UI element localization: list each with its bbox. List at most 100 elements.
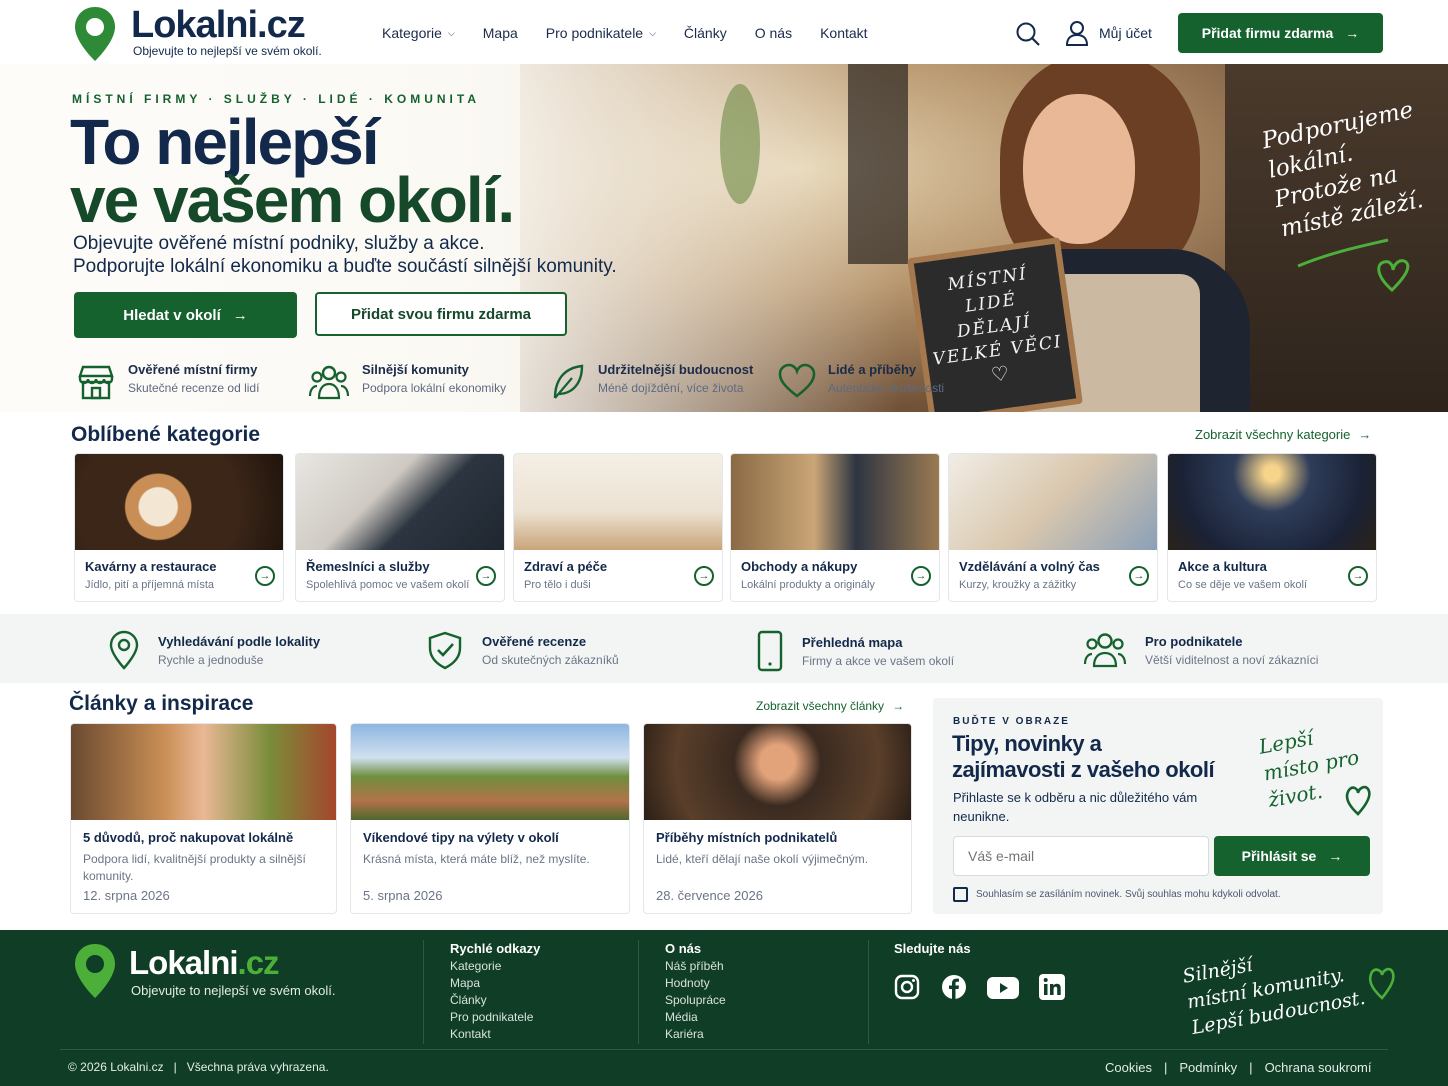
people-icon — [308, 365, 350, 400]
privacy-link[interactable]: Ochrana soukromí — [1265, 1060, 1372, 1075]
benefit-location: Vyhledávání podle lokality Rychle a jedno… — [108, 630, 320, 670]
arrow-right-icon: → — [1358, 427, 1372, 442]
brand-tld: .cz — [237, 944, 280, 981]
footer-link[interactable]: Náš příběh — [665, 959, 726, 973]
category-subtitle: Jídlo, pití a příjemná místa — [85, 579, 214, 591]
logo-pin-icon[interactable] — [72, 5, 118, 63]
main-nav: Kategorie ⌵ Mapa Pro podnikatele ⌵ Články … — [382, 25, 896, 41]
footer-link[interactable]: Mapa — [450, 976, 540, 990]
arrow-circle-icon[interactable]: → — [694, 566, 714, 586]
arrow-circle-icon[interactable]: → — [476, 566, 496, 586]
logo-pin-icon[interactable] — [72, 942, 118, 1000]
category-subtitle: Spolehlivá pomoc ve vašem okolí — [306, 579, 470, 591]
category-card[interactable]: Kavárny a restaurace Jídlo, pití a příje… — [74, 453, 284, 602]
shops-image — [731, 454, 939, 550]
health-image — [514, 454, 722, 550]
feature-title: Udržitelnější budoucnost — [598, 362, 754, 377]
article-title: Příběhy místních podnikatelů — [656, 830, 838, 845]
title-line: zajímavosti z vašeho okolí — [952, 757, 1215, 782]
copyright-text: © 2026 Lokalni.cz — [68, 1060, 164, 1074]
categories-title: Oblíbené kategorie — [71, 423, 261, 446]
benefit-title: Vyhledávání podle lokality — [158, 633, 321, 649]
benefit-title: Pro podnikatele — [1145, 633, 1243, 649]
category-card[interactable]: Akce a kultura Co se děje ve vašem okolí… — [1167, 453, 1377, 602]
article-card[interactable]: 5 důvodů, proč nakupovat lokálně Podpora… — [70, 723, 337, 914]
footer-link[interactable]: Kariéra — [665, 1027, 726, 1041]
arrow-right-icon: → — [232, 306, 248, 324]
all-articles-link[interactable]: Zobrazit všechny články → — [756, 699, 904, 713]
arrow-circle-icon[interactable]: → — [255, 566, 275, 586]
user-icon — [1065, 21, 1089, 46]
feature-title: Silnější komunity — [362, 362, 469, 377]
site-footer: Lokalni.cz Objevujte to nejlepší ve svém… — [0, 930, 1448, 1086]
article-date: 12. srpna 2026 — [83, 888, 170, 903]
category-subtitle: Kurzy, kroužky a zážitky — [959, 579, 1077, 591]
brand-logo[interactable]: Lokalni.cz — [131, 4, 306, 47]
footer-link[interactable]: Hodnoty — [665, 976, 726, 990]
nav-o-nas[interactable]: O nás — [755, 25, 792, 41]
instagram-icon[interactable] — [894, 974, 920, 1000]
rights-text: Všechna práva vyhrazena. — [186, 1060, 329, 1074]
hero-headline-2: ve vašem okolí. — [70, 164, 515, 236]
nav-clanky[interactable]: Články — [684, 25, 727, 41]
article-title: 5 důvodů, proč nakupovat lokálně — [83, 830, 294, 845]
add-your-firm-button[interactable]: Přidat svou firmu zdarma — [315, 292, 567, 336]
events-image — [1168, 454, 1376, 550]
footer-link[interactable]: Spolupráce — [665, 993, 726, 1007]
nav-kategorie[interactable]: Kategorie ⌵ — [382, 25, 455, 41]
footer-link[interactable]: Kontakt — [450, 1027, 540, 1041]
terms-link[interactable]: Podmínky — [1179, 1060, 1237, 1075]
feature-subtitle: Autentické zkušenosti — [828, 381, 945, 395]
category-card[interactable]: Řemeslníci a služby Spolehlivá pomoc ve … — [295, 453, 505, 602]
article-date: 28. července 2026 — [656, 888, 763, 903]
add-firm-header-button[interactable]: Přidat firmu zdarma → — [1178, 13, 1383, 53]
facebook-icon[interactable] — [941, 974, 967, 1000]
divider — [868, 940, 869, 1044]
category-card[interactable]: Obchody a nákupy Lokální produkty a orig… — [730, 453, 940, 602]
consent-checkbox[interactable] — [953, 887, 968, 902]
brand-name: Lokalni — [129, 944, 239, 981]
subscribe-button[interactable]: Přihlásit se → — [1214, 836, 1370, 876]
arrow-circle-icon[interactable]: → — [1348, 566, 1368, 586]
hero-section: MÍSTNÍ LIDÉ DĚLAJÍ VELKÉ VĚCI ♡ Podporuj… — [0, 64, 1448, 412]
email-input[interactable] — [953, 836, 1209, 876]
article-card[interactable]: Víkendové tipy na výlety v okolí Krásná … — [350, 723, 630, 914]
account-label: Můj účet — [1099, 25, 1152, 41]
benefit-subtitle: Od skutečných zákazníků — [482, 652, 619, 667]
linkedin-icon[interactable] — [1039, 974, 1065, 1000]
button-label: Přidat firmu zdarma — [1201, 25, 1334, 41]
copyright-row: © 2026 Lokalni.cz | Všechna práva vyhrazen… — [68, 1060, 329, 1074]
crafts-image — [296, 454, 504, 550]
phone-icon — [757, 630, 783, 672]
youtube-icon[interactable] — [987, 977, 1019, 999]
nav-pro-podnikatele[interactable]: Pro podnikatele ⌵ — [546, 25, 656, 41]
nav-mapa[interactable]: Mapa — [483, 25, 518, 41]
leaf-icon — [553, 364, 584, 399]
shield-check-icon — [428, 631, 462, 670]
button-label: Přihlásit se — [1241, 848, 1317, 864]
footer-brand[interactable]: Lokalni.cz — [129, 944, 280, 982]
article-card[interactable]: Příběhy místních podnikatelů Lidé, kteří… — [643, 723, 912, 914]
account-link[interactable]: Můj účet — [1065, 20, 1152, 46]
separator: | — [173, 1060, 177, 1074]
footer-link[interactable]: Pro podnikatele — [450, 1010, 540, 1024]
education-image — [949, 454, 1157, 550]
feature-subtitle: Podpora lokální ekonomiky — [362, 381, 507, 395]
all-categories-link[interactable]: Zobrazit všechny kategorie → — [1195, 427, 1371, 442]
footer-link[interactable]: Kategorie — [450, 959, 540, 973]
chevron-down-icon: ⌵ — [649, 27, 656, 38]
category-title: Vzdělávání a volný čas — [959, 559, 1100, 574]
footer-link[interactable]: Články — [450, 993, 540, 1007]
location-pin-icon — [109, 630, 139, 670]
search-nearby-button[interactable]: Hledat v okolí → — [74, 292, 297, 338]
search-icon[interactable] — [1015, 21, 1041, 47]
cookies-link[interactable]: Cookies — [1105, 1060, 1152, 1075]
nav-kontakt[interactable]: Kontakt — [820, 25, 867, 41]
hero-headline-1: To nejlepší — [70, 106, 380, 178]
category-card[interactable]: Zdraví a péče Pro tělo i duši → — [513, 453, 723, 602]
arrow-circle-icon[interactable]: → — [911, 566, 931, 586]
arrow-circle-icon[interactable]: → — [1129, 566, 1149, 586]
category-subtitle: Lokální produkty a originály — [741, 579, 875, 591]
category-card[interactable]: Vzdělávání a volný čas Kurzy, kroužky a … — [948, 453, 1158, 602]
footer-link[interactable]: Média — [665, 1010, 726, 1024]
